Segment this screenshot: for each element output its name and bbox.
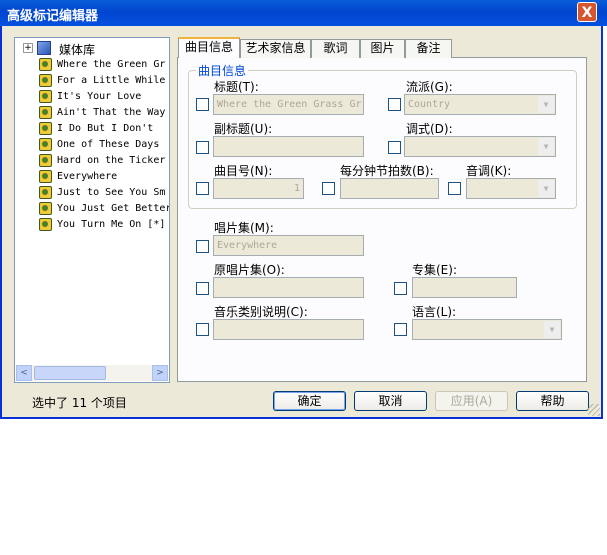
tab-artist-info[interactable]: 艺术家信息 — [240, 39, 311, 58]
subtitle-checkbox[interactable] — [196, 141, 209, 154]
song-icon — [39, 218, 52, 231]
title-checkbox[interactable] — [196, 98, 209, 111]
genre-checkbox[interactable] — [388, 98, 401, 111]
content-description-checkbox[interactable] — [196, 323, 209, 336]
tab-comments[interactable]: 备注 — [405, 39, 452, 58]
tree-item[interactable]: Where the Green Gr — [39, 57, 169, 73]
ok-button[interactable]: 确定 — [273, 391, 346, 411]
set-field[interactable] — [412, 277, 517, 298]
genre-label: 流派(G): — [406, 80, 453, 94]
original-album-checkbox[interactable] — [196, 282, 209, 295]
song-icon — [39, 122, 52, 135]
tree-item[interactable]: Ain't That the Way — [39, 105, 169, 121]
track-number-field[interactable]: 1 — [213, 178, 304, 199]
song-icon — [39, 90, 52, 103]
chevron-down-icon[interactable]: ▼ — [538, 96, 554, 113]
song-icon — [39, 154, 52, 167]
key-select[interactable]: ▼ — [466, 178, 556, 199]
genre-select[interactable]: Country ▼ — [404, 94, 556, 115]
tree-item[interactable]: You Just Get Better — [39, 201, 170, 217]
language-checkbox[interactable] — [394, 323, 407, 336]
tree-item[interactable]: I Do But I Don't — [39, 121, 169, 137]
tree-item-label: It's Your Love — [57, 91, 142, 102]
set-checkbox[interactable] — [394, 282, 407, 295]
apply-button[interactable]: 应用(A) — [435, 391, 508, 411]
resize-grip-icon[interactable] — [588, 404, 600, 416]
genre-value: Country — [408, 99, 451, 110]
song-icon — [39, 74, 52, 87]
chevron-down-icon[interactable]: ▼ — [538, 180, 554, 197]
tree-item[interactable]: For a Little While — [39, 73, 169, 89]
title-field[interactable]: Where the Green Grass Gr — [213, 94, 364, 115]
set-label: 专集(E): — [412, 263, 457, 277]
subtitle-field[interactable] — [213, 136, 364, 157]
tree-item-label: Ain't That the Way — [57, 107, 166, 118]
subtitle-label: 副标题(U): — [214, 122, 273, 136]
library-tree[interactable]: + 媒体库 Where the Green Gr For a Little Wh… — [14, 37, 170, 383]
track-number-checkbox[interactable] — [196, 182, 209, 195]
help-button[interactable]: 帮助 — [516, 391, 589, 411]
scroll-left-icon[interactable]: < — [16, 365, 32, 381]
album-field[interactable]: Everywhere — [213, 235, 364, 256]
mood-select[interactable]: ▼ — [404, 136, 556, 157]
original-album-label: 原唱片集(O): — [214, 263, 285, 277]
selection-status: 选中了 11 个项目 — [32, 396, 127, 410]
tree-item[interactable]: One of These Days — [39, 137, 169, 153]
bpm-label: 每分钟节拍数(B): — [340, 164, 434, 178]
song-icon — [39, 170, 52, 183]
tree-item-label: Where the Green Gr — [57, 59, 166, 70]
content-description-label: 音乐类别说明(C): — [214, 305, 308, 319]
tab-lyrics[interactable]: 歌词 — [311, 39, 360, 58]
tree-item-label: For a Little While — [57, 75, 166, 86]
close-button[interactable]: X — [577, 2, 597, 22]
language-label: 语言(L): — [412, 305, 457, 319]
tree-horizontal-scrollbar[interactable]: < > — [16, 365, 168, 381]
tree-item[interactable]: It's Your Love — [39, 89, 169, 105]
bpm-checkbox[interactable] — [322, 182, 335, 195]
tree-item-label: Hard on the Ticker — [57, 155, 166, 166]
track-info-legend: 曲目信息 — [196, 62, 249, 79]
mood-label: 调式(D): — [406, 122, 453, 136]
song-icon — [39, 138, 52, 151]
cancel-button[interactable]: 取消 — [354, 391, 427, 411]
tree-item[interactable]: Hard on the Ticker — [39, 153, 169, 169]
library-icon — [37, 41, 51, 55]
tree-item[interactable]: Just to See You Sm — [39, 185, 169, 201]
tab-track-info[interactable]: 曲目信息 — [178, 37, 240, 58]
tree-item-label: One of These Days — [57, 139, 160, 150]
chevron-down-icon[interactable]: ▼ — [544, 321, 560, 338]
content-description-field[interactable] — [213, 319, 364, 340]
album-checkbox[interactable] — [196, 240, 209, 253]
mood-checkbox[interactable] — [388, 141, 401, 154]
tree-item-label: Just to See You Sm — [57, 187, 166, 198]
tree-item-label: You Just Get Better — [57, 203, 170, 214]
song-icon — [39, 186, 52, 199]
title-label: 标题(T): — [214, 80, 259, 94]
language-select[interactable]: ▼ — [412, 319, 562, 340]
song-icon — [39, 106, 52, 119]
expand-icon[interactable]: + — [23, 43, 33, 53]
title-bar[interactable]: 高级标记编辑器 X — [0, 0, 607, 26]
window-title: 高级标记编辑器 — [7, 9, 99, 24]
original-album-field[interactable] — [213, 277, 364, 298]
tree-item-label: Everywhere — [57, 171, 118, 182]
tree-root-label: 媒体库 — [59, 43, 96, 57]
tree-item[interactable]: You Turn Me On [*] — [39, 217, 169, 233]
song-icon — [39, 58, 52, 71]
scroll-right-icon[interactable]: > — [152, 365, 168, 381]
track-number-label: 曲目号(N): — [214, 164, 273, 178]
tree-item[interactable]: Everywhere — [39, 169, 169, 185]
key-label: 音调(K): — [466, 164, 512, 178]
tab-pictures[interactable]: 图片 — [360, 39, 405, 58]
tree-item-label: You Turn Me On [*] — [57, 219, 166, 230]
tree-item-label: I Do But I Don't — [57, 123, 154, 134]
bpm-field[interactable] — [340, 178, 439, 199]
song-icon — [39, 202, 52, 215]
chevron-down-icon[interactable]: ▼ — [538, 138, 554, 155]
scroll-thumb[interactable] — [34, 366, 106, 380]
album-label: 唱片集(M): — [214, 221, 274, 235]
key-checkbox[interactable] — [448, 182, 461, 195]
